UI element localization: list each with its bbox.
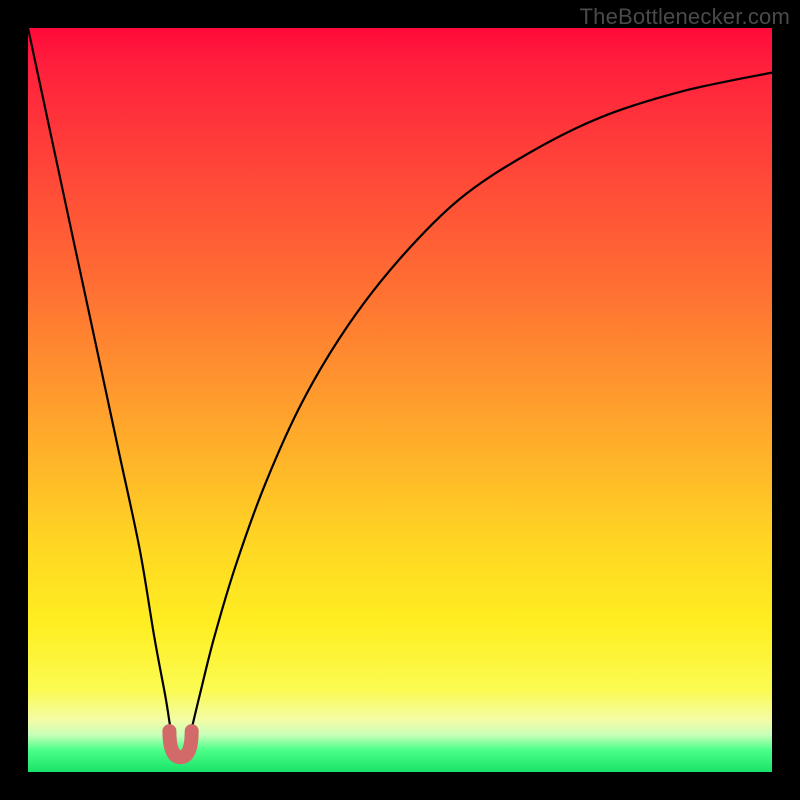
watermark-text: TheBottlenecker.com [580, 4, 790, 30]
chart-frame: TheBottlenecker.com [0, 0, 800, 800]
bottleneck-curve [28, 28, 772, 757]
plot-area [28, 28, 772, 772]
chart-svg [28, 28, 772, 772]
optimum-marker [169, 731, 191, 757]
